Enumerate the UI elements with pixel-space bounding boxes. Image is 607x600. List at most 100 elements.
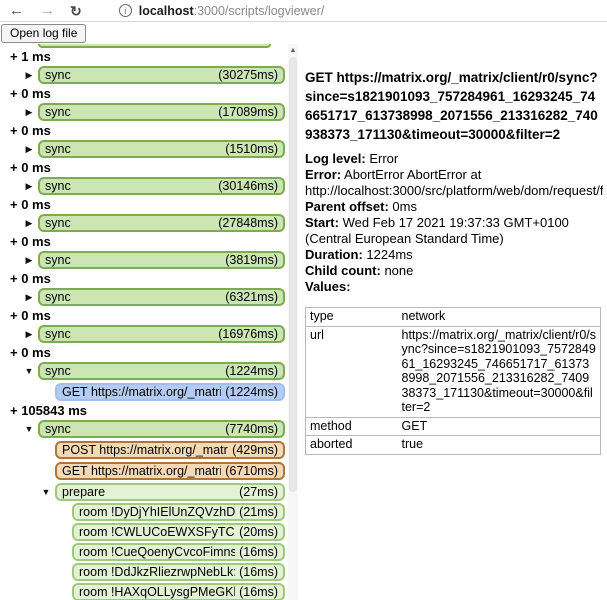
log-item-label: sync [45, 422, 221, 436]
reload-button[interactable]: ↻ [70, 4, 82, 18]
log-item-duration: (1224ms) [225, 385, 278, 399]
time-gap-label: + 1 ms [10, 50, 285, 63]
log-item-duration: (3819ms) [225, 253, 278, 267]
expand-arrow-icon[interactable]: ▶ [20, 292, 38, 303]
site-info-icon[interactable]: i [119, 4, 132, 17]
field-values-heading: Values: [305, 279, 603, 295]
selected-log-item-bar[interactable]: GET https://matrix.org/_matri… (1224ms) [55, 383, 285, 401]
log-item-label: room !CWLUCoEWXSFyTC… [79, 525, 235, 539]
logviewer-main: + 1 ms ▶ sync (30275ms) + 0 ms ▶ sync (1… [0, 44, 607, 600]
log-item-bar[interactable]: sync (1510ms) [38, 140, 285, 158]
log-item-row: POST https://matrix.org/_matri… (429ms) [0, 441, 285, 459]
log-item-bar[interactable]: sync (6321ms) [38, 288, 285, 306]
collapse-arrow-icon[interactable]: ▼ [20, 424, 38, 434]
log-item-bar[interactable]: sync (3819ms) [38, 251, 285, 269]
value-cell: true [398, 436, 601, 455]
log-item-label: GET https://matrix.org/_matri… [62, 385, 221, 399]
forward-button[interactable]: → [40, 3, 55, 18]
expand-arrow-icon[interactable]: ▶ [20, 218, 38, 229]
field-value: none [384, 263, 413, 278]
log-item-row: room !DdJkzRliezrwpNebLk:… (16ms) [0, 563, 285, 581]
table-row: url https://matrix.org/_matrix/client/r0… [306, 326, 601, 417]
field-log-level: Log level: Error [305, 151, 603, 167]
log-item-duration: (16976ms) [218, 327, 278, 341]
log-item-bar[interactable]: sync (7740ms) [38, 420, 285, 438]
open-log-file-button[interactable]: Open log file [1, 24, 86, 43]
expand-arrow-icon[interactable]: ▶ [20, 255, 38, 266]
request-title: GET https://matrix.org/_matrix/client/r0… [305, 68, 601, 144]
log-item-duration: (27ms) [239, 485, 278, 499]
log-item-duration: (7740ms) [225, 422, 278, 436]
log-item-row: ▶ sync (17089ms) [0, 103, 285, 121]
field-start: Start: Wed Feb 17 2021 19:37:33 GMT+0100… [305, 215, 603, 247]
url-path: :3000/scripts/logviewer/ [194, 4, 325, 18]
time-gap-label: + 0 ms [10, 309, 285, 322]
collapse-arrow-icon[interactable]: ▼ [37, 487, 55, 497]
log-item-bar[interactable]: POST https://matrix.org/_matri… (429ms) [55, 441, 285, 459]
address-bar[interactable]: localhost:3000/scripts/logviewer/ [139, 4, 325, 18]
field-label: Duration: [305, 247, 363, 262]
time-gap-label: + 0 ms [10, 346, 285, 359]
log-item-bar[interactable]: sync (30275ms) [38, 66, 285, 84]
time-gap-label: + 0 ms [10, 272, 285, 285]
value-key: url [306, 326, 398, 417]
log-item-label: room !DyDjYhIElUnZQVzhD… [79, 505, 235, 519]
log-item-bar[interactable]: GET https://matrix.org/_matri… (6710ms) [55, 462, 285, 480]
field-value: AbortError AbortError at http://localhos… [305, 167, 603, 198]
table-row: method GET [306, 417, 601, 436]
log-item-label: prepare [62, 485, 235, 499]
log-tree-panel: + 1 ms ▶ sync (30275ms) + 0 ms ▶ sync (1… [0, 44, 299, 600]
log-item-bar[interactable]: room !CueQoenyCvcoFimnsf… (16ms) [72, 543, 285, 561]
log-item-duration: (1224ms) [225, 364, 278, 378]
log-item-bar[interactable]: room !HAXqOLLysgPMeGKh… (16ms) [72, 583, 285, 600]
log-item-bar[interactable]: sync (17089ms) [38, 103, 285, 121]
log-item-bar[interactable]: room !DyDjYhIElUnZQVzhD… (21ms) [72, 503, 285, 521]
log-item-row: room !HAXqOLLysgPMeGKh… (16ms) [0, 583, 285, 600]
log-item-bar[interactable]: sync (30146ms) [38, 177, 285, 195]
expand-arrow-icon[interactable]: ▶ [20, 329, 38, 340]
log-item-label: sync [45, 142, 221, 156]
detail-panel: GET https://matrix.org/_matrix/client/r0… [299, 44, 603, 600]
log-item-row: GET https://matrix.org/_matri… (6710ms) [0, 462, 285, 480]
collapse-arrow-icon[interactable]: ▼ [20, 366, 38, 376]
log-item-row: ▶ sync (16976ms) [0, 325, 285, 343]
log-item-bar[interactable]: room !DdJkzRliezrwpNebLk:… (16ms) [72, 563, 285, 581]
value-cell: network [398, 308, 601, 327]
log-item-duration: (6321ms) [225, 290, 278, 304]
log-item-label: GET https://matrix.org/_matri… [62, 464, 221, 478]
log-item-bar[interactable]: sync (16976ms) [38, 325, 285, 343]
time-gap-label: + 0 ms [10, 87, 285, 100]
expand-arrow-icon[interactable]: ▶ [20, 70, 38, 81]
scroll-up-arrow-icon[interactable]: ▲ [288, 44, 298, 56]
browser-toolbar: ← → ↻ i localhost:3000/scripts/logviewer… [0, 0, 607, 22]
scrollbar-thumb[interactable] [289, 57, 297, 492]
log-item-duration: (21ms) [239, 505, 278, 519]
log-item-row: ▼ prepare (27ms) [0, 483, 285, 501]
expand-arrow-icon[interactable]: ▶ [20, 107, 38, 118]
expand-arrow-icon[interactable]: ▶ [20, 144, 38, 155]
log-item-bar[interactable]: room !CWLUCoEWXSFyTC… (20ms) [72, 523, 285, 541]
log-item-label: sync [45, 68, 214, 82]
back-button[interactable]: ← [9, 3, 24, 18]
tree-scrollbar[interactable]: ▲ [288, 44, 298, 600]
value-cell: GET [398, 417, 601, 436]
clipped-log-item[interactable] [38, 44, 271, 48]
log-item-row: ▼ sync (1224ms) [0, 362, 285, 380]
field-value: 1224ms [366, 247, 412, 262]
log-item-row: room !DyDjYhIElUnZQVzhD… (21ms) [0, 503, 285, 521]
log-item-row: ▶ sync (30275ms) [0, 66, 285, 84]
field-value: 0ms [392, 199, 417, 214]
log-item-bar[interactable]: sync (27848ms) [38, 214, 285, 232]
log-item-bar[interactable]: prepare (27ms) [55, 483, 285, 501]
log-item-row: room !CWLUCoEWXSFyTC… (20ms) [0, 523, 285, 541]
expand-arrow-icon[interactable]: ▶ [20, 181, 38, 192]
log-item-row: ▶ sync (3819ms) [0, 251, 285, 269]
log-item-duration: (16ms) [239, 545, 278, 559]
log-item-bar[interactable]: sync (1224ms) [38, 362, 285, 380]
field-label: Child count: [305, 263, 381, 278]
field-child-count: Child count: none [305, 263, 603, 279]
log-item-duration: (16ms) [239, 585, 278, 599]
field-label: Log level: [305, 151, 366, 166]
log-item-label: POST https://matrix.org/_matri… [62, 443, 228, 457]
time-gap-label: + 0 ms [10, 124, 285, 137]
